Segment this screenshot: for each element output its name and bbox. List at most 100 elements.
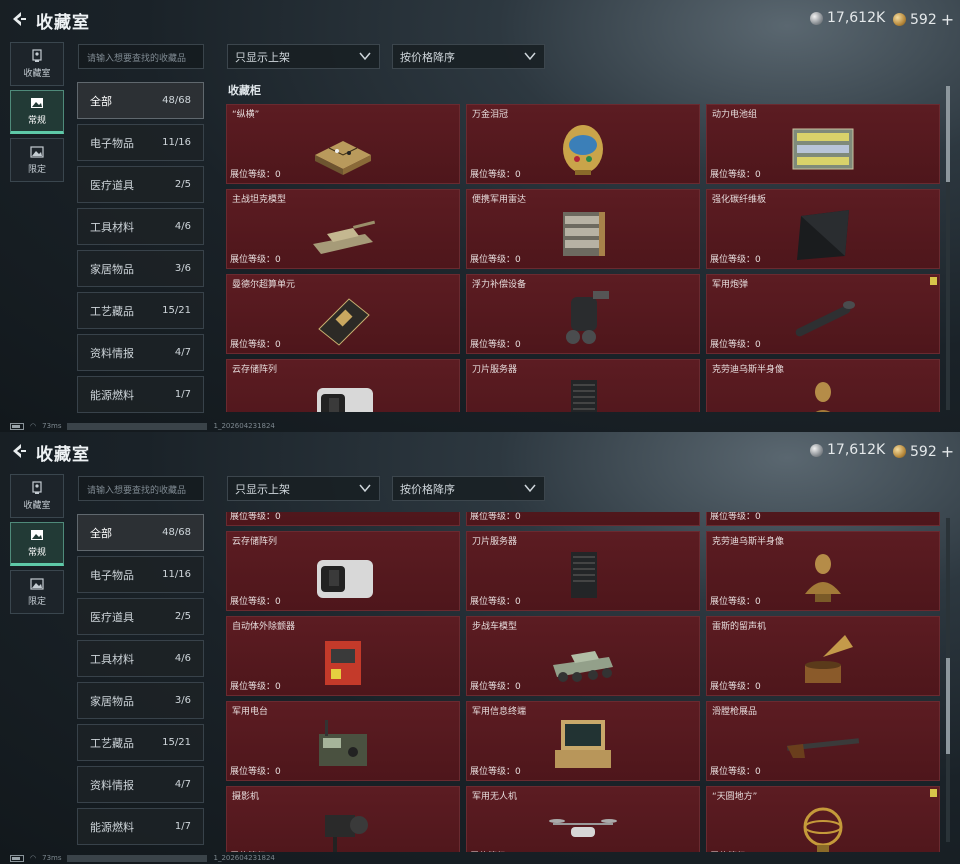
collection-card[interactable]: 强化碳纤维板 展位等级：0 — [706, 189, 940, 269]
nav-limited[interactable]: 限定 — [10, 570, 64, 614]
collection-card[interactable]: 雷斯的留声机 展位等级：0 — [706, 616, 940, 696]
nav-collection-room[interactable]: 收藏室 — [10, 42, 64, 86]
category-count: 15/21 — [162, 305, 191, 316]
collection-card[interactable]: “天圆地方” 展位等级：0 — [706, 786, 940, 852]
gold-currency[interactable]: 592 + — [893, 10, 954, 29]
collection-card[interactable]: 刀片服务器展位等级：0 — [466, 359, 700, 412]
category-label: 医疗道具 — [90, 178, 134, 192]
collection-card[interactable]: 军用无人机展位等级：0 — [466, 786, 700, 852]
add-currency-button[interactable]: + — [941, 442, 954, 461]
nav-limited[interactable]: 限定 — [10, 138, 64, 182]
wifi-icon: ◠ — [30, 422, 37, 430]
search-input[interactable]: 请输入想要查找的收藏品 — [78, 476, 204, 501]
status-bar: ◠ 73ms 1_202604231824 — [10, 422, 275, 430]
nav-regular[interactable]: 常规 — [10, 522, 64, 566]
category-0[interactable]: 全部 48/68 — [77, 514, 204, 551]
collection-card[interactable]: 云存储阵列展位等级：0 — [226, 359, 460, 412]
picture-icon — [31, 98, 43, 108]
nav-collection-room[interactable]: 收藏室 — [10, 474, 64, 518]
silver-currency: 17,612K — [810, 442, 885, 458]
category-4[interactable]: 家居物品 3/6 — [77, 682, 204, 719]
gold-currency[interactable]: 592 + — [893, 442, 954, 461]
screen-top: 收藏室 17,612K 592 + 收藏室 常规 限定 请输入想要查找的收藏品 只… — [0, 0, 960, 432]
booth-level: 展位等级：0 — [710, 340, 761, 350]
silver-currency: 17,612K — [810, 10, 885, 26]
shelf-filter-dropdown[interactable]: 只显示上架 — [227, 476, 380, 501]
drone-icon — [549, 819, 617, 837]
booth-level: 展位等级：0 — [710, 767, 761, 777]
collection-card[interactable]: 军用信息终端 展位等级：0 — [466, 701, 700, 781]
category-2[interactable]: 医疗道具 2/5 — [77, 166, 204, 203]
back-icon[interactable] — [8, 9, 28, 29]
category-3[interactable]: 工具材料 4/6 — [77, 208, 204, 245]
collection-card[interactable]: 步战车模型 展位等级：0 — [466, 616, 700, 696]
category-3[interactable]: 工具材料 4/6 — [77, 640, 204, 677]
collection-card[interactable]: 展位等级：0 — [466, 512, 700, 526]
collection-card[interactable]: 克劳迪乌斯半身像展位等级：0 — [706, 359, 940, 412]
collection-card[interactable]: “纵横” 展位等级：0 — [226, 104, 460, 184]
sort-dropdown[interactable]: 按价格降序 — [392, 476, 545, 501]
silver-coin-icon — [810, 443, 823, 457]
camera-icon — [325, 815, 368, 852]
item-name: 自动体外除颤器 — [232, 622, 296, 632]
scrollbar[interactable] — [946, 518, 950, 842]
add-currency-button[interactable]: + — [941, 10, 954, 29]
category-7[interactable]: 能源燃料 1/7 — [77, 376, 204, 413]
sort-dropdown[interactable]: 按价格降序 — [392, 44, 545, 69]
compute-unit-icon — [318, 298, 370, 346]
collection-card[interactable]: 军用电台 展位等级：0 — [226, 701, 460, 781]
collection-card[interactable]: 滑膛枪展品 展位等级：0 — [706, 701, 940, 781]
collection-card[interactable]: 克劳迪乌斯半身像展位等级：0 — [706, 531, 940, 611]
search-input[interactable]: 请输入想要查找的收藏品 — [78, 44, 204, 69]
gold-amount: 592 — [910, 11, 937, 28]
item-name: 动力电池组 — [712, 110, 758, 120]
category-count: 3/6 — [174, 695, 191, 706]
collection-card[interactable]: 万金泪冠 展位等级：0 — [466, 104, 700, 184]
category-1[interactable]: 电子物品 11/16 — [77, 124, 204, 161]
collection-card[interactable]: 展位等级：0 — [226, 512, 460, 526]
collection-card[interactable]: 主战坦克模型 展位等级：0 — [226, 189, 460, 269]
collection-card[interactable]: 刀片服务器展位等级：0 — [466, 531, 700, 611]
category-5[interactable]: 工艺藏品 15/21 — [77, 724, 204, 761]
collection-card[interactable]: 浮力补偿设备 展位等级：0 — [466, 274, 700, 354]
item-name: 主战坦克模型 — [232, 195, 287, 205]
musket-icon — [786, 738, 860, 758]
category-list: 全部 48/68 电子物品 11/16 医疗道具 2/5 工具材料 4/6 家居物品 3/6 工艺藏… — [77, 82, 204, 418]
category-label: 全部 — [90, 526, 112, 540]
gold-coin-icon — [893, 445, 906, 458]
terminal-icon — [555, 720, 611, 768]
item-name: 军用无人机 — [472, 792, 518, 802]
category-5[interactable]: 工艺藏品 15/21 — [77, 292, 204, 329]
category-6[interactable]: 资料情报 4/7 — [77, 766, 204, 803]
top-bar: 收藏室 17,612K 592 + — [0, 432, 960, 470]
category-2[interactable]: 医疗道具 2/5 — [77, 598, 204, 635]
picture-icon — [31, 530, 43, 540]
collection-card[interactable]: 曼德尔超算单元 展位等级：0 — [226, 274, 460, 354]
scrollbar-thumb[interactable] — [946, 658, 950, 754]
nav-regular[interactable]: 常规 — [10, 90, 64, 134]
back-icon[interactable] — [8, 441, 28, 461]
item-name: 云存储阵列 — [232, 365, 278, 375]
storage-array-icon — [317, 560, 373, 598]
collection-card[interactable]: 摄影机展位等级：0 — [226, 786, 460, 852]
category-7[interactable]: 能源燃料 1/7 — [77, 808, 204, 845]
left-nav: 收藏室 常规 限定 — [10, 474, 64, 618]
category-4[interactable]: 家居物品 3/6 — [77, 250, 204, 287]
collection-card[interactable]: 云存储阵列展位等级：0 — [226, 531, 460, 611]
category-1[interactable]: 电子物品 11/16 — [77, 556, 204, 593]
scrollbar[interactable] — [946, 86, 950, 410]
collection-card[interactable]: 便携军用雷达 展位等级：0 — [466, 189, 700, 269]
item-name: 强化碳纤维板 — [712, 195, 767, 205]
collection-card[interactable]: 自动体外除颤器 展位等级：0 — [226, 616, 460, 696]
page-title: 收藏室 — [36, 13, 90, 33]
booth-level: 展位等级：0 — [710, 682, 761, 692]
category-count: 48/68 — [162, 95, 191, 106]
scrollbar-thumb[interactable] — [946, 86, 950, 182]
collection-card[interactable]: 展位等级：0 — [706, 512, 940, 526]
collection-card[interactable]: 动力电池组 展位等级：0 — [706, 104, 940, 184]
category-0[interactable]: 全部 48/68 — [77, 82, 204, 119]
category-6[interactable]: 资料情报 4/7 — [77, 334, 204, 371]
item-name: 刀片服务器 — [472, 537, 518, 547]
collection-card[interactable]: 军用炮弹 展位等级：0 — [706, 274, 940, 354]
shelf-filter-dropdown[interactable]: 只显示上架 — [227, 44, 380, 69]
